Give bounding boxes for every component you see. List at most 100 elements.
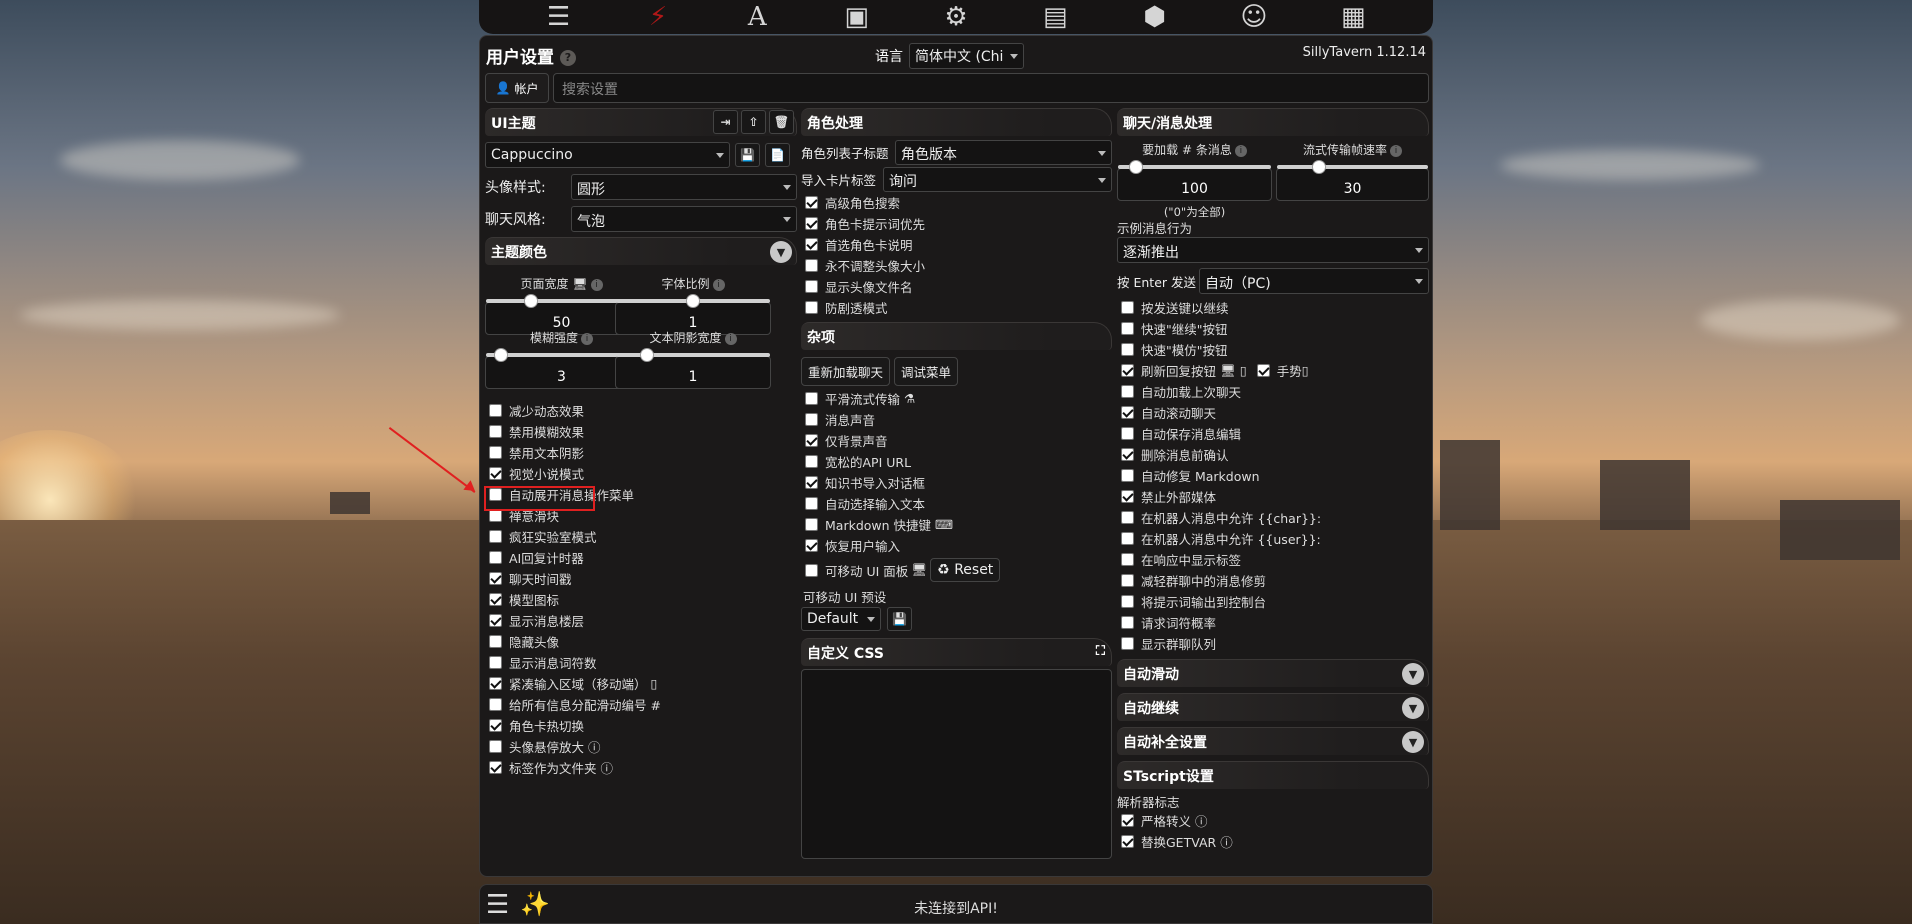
- checkbox[interactable]: [1121, 532, 1134, 545]
- checkbox[interactable]: [489, 761, 502, 774]
- checkbox[interactable]: [1121, 343, 1134, 356]
- save-icon[interactable]: 💾: [887, 607, 912, 631]
- slider-knob[interactable]: [1312, 160, 1327, 174]
- checkbox[interactable]: [1121, 595, 1134, 608]
- checkbox[interactable]: [805, 196, 818, 209]
- checkbox[interactable]: [489, 698, 502, 711]
- custom-css-textarea[interactable]: [801, 669, 1112, 859]
- checkbox[interactable]: [489, 740, 502, 753]
- checkbox[interactable]: [1121, 469, 1134, 482]
- checkbox[interactable]: [805, 476, 818, 489]
- stream-fps-value[interactable]: 30: [1277, 181, 1428, 197]
- checkbox[interactable]: [489, 425, 502, 438]
- account-button[interactable]: 👤 帐户: [485, 73, 549, 103]
- checkbox[interactable]: [489, 404, 502, 417]
- trash-icon[interactable]: 🗑: [769, 110, 794, 134]
- save-icon[interactable]: 💾: [735, 143, 760, 167]
- debug-menu-button[interactable]: 调试菜单: [894, 357, 959, 386]
- checkbox[interactable]: [1121, 616, 1134, 629]
- checkbox[interactable]: [1121, 835, 1134, 848]
- checkbox[interactable]: [489, 719, 502, 732]
- import-theme-icon[interactable]: ⇥: [713, 110, 738, 134]
- checkbox[interactable]: [805, 518, 818, 531]
- checkbox[interactable]: [1121, 637, 1134, 650]
- plug-icon[interactable]: ⚡: [642, 1, 674, 33]
- checkbox[interactable]: [1121, 574, 1134, 587]
- checkbox[interactable]: [1121, 385, 1134, 398]
- checkbox[interactable]: [1121, 427, 1134, 440]
- chevron-down-icon[interactable]: ▼: [770, 241, 792, 263]
- checkbox[interactable]: [489, 446, 502, 459]
- checkbox[interactable]: [1121, 448, 1134, 461]
- reset-button[interactable]: ♻ Reset: [930, 558, 1001, 582]
- font-icon[interactable]: A: [741, 1, 773, 33]
- checkbox[interactable]: [805, 497, 818, 510]
- enter-send-select[interactable]: 自动（PC): [1199, 268, 1429, 294]
- checkbox[interactable]: [805, 455, 818, 468]
- chevron-down-icon[interactable]: ▼: [1402, 731, 1424, 753]
- checkbox[interactable]: [805, 301, 818, 314]
- example-behavior-select[interactable]: 逐渐推出: [1117, 237, 1429, 263]
- id-card-icon[interactable]: ▦: [1337, 1, 1369, 33]
- checkbox[interactable]: [1121, 553, 1134, 566]
- cubes-icon[interactable]: ⬢: [1139, 1, 1171, 33]
- chevron-down-icon[interactable]: ▼: [1402, 663, 1424, 685]
- checkbox[interactable]: [1121, 322, 1134, 335]
- checkbox[interactable]: [805, 217, 818, 230]
- checkbox[interactable]: [805, 434, 818, 447]
- gesture-checkbox[interactable]: [1256, 364, 1270, 377]
- checkbox[interactable]: [805, 539, 818, 552]
- checkbox[interactable]: [489, 530, 502, 543]
- slider-knob[interactable]: [1129, 160, 1144, 174]
- reload-chat-button[interactable]: 重新加载聊天: [801, 357, 891, 386]
- movable-ui-checkbox[interactable]: [805, 563, 818, 577]
- checkbox[interactable]: [489, 467, 502, 480]
- autocomplete-header[interactable]: 自动补全设置 ▼: [1117, 727, 1429, 755]
- checkbox[interactable]: [489, 635, 502, 648]
- checkbox[interactable]: [1121, 301, 1134, 314]
- help-icon[interactable]: ?: [560, 50, 576, 66]
- book-icon[interactable]: ▣: [841, 1, 873, 33]
- checkbox[interactable]: [1121, 814, 1134, 827]
- checkbox[interactable]: [805, 238, 818, 251]
- load-messages-value[interactable]: 100: [1118, 181, 1271, 197]
- auto-continue-header[interactable]: 自动继续 ▼: [1117, 693, 1429, 721]
- auto-scroll-header[interactable]: 自动滑动 ▼: [1117, 659, 1429, 687]
- checkbox[interactable]: [489, 656, 502, 669]
- slider-knob[interactable]: [494, 348, 509, 362]
- slider-knob[interactable]: [639, 348, 654, 362]
- export-theme-icon[interactable]: ⇧: [741, 110, 766, 134]
- checkbox[interactable]: [805, 259, 818, 272]
- slider-knob[interactable]: [686, 294, 700, 308]
- checkbox[interactable]: [1121, 490, 1134, 503]
- smiley-icon[interactable]: ☺: [1238, 1, 1270, 33]
- language-select[interactable]: 简体中文 (Chi: [909, 43, 1024, 69]
- checkbox[interactable]: [1121, 511, 1134, 524]
- preset-select[interactable]: Default: [801, 607, 881, 631]
- user-gear-icon[interactable]: ⚙: [940, 1, 972, 33]
- checkbox[interactable]: [489, 614, 502, 627]
- sliders-icon[interactable]: ☰: [543, 1, 575, 33]
- chat-style-select[interactable]: 气泡: [571, 206, 797, 232]
- checkbox[interactable]: [1121, 364, 1134, 377]
- new-file-icon[interactable]: 📄: [765, 143, 790, 167]
- checkbox[interactable]: [489, 677, 502, 690]
- slider-knob[interactable]: [524, 294, 539, 308]
- theme-select[interactable]: Cappuccino: [485, 142, 730, 168]
- checkbox[interactable]: [805, 280, 818, 293]
- theme-colors-header[interactable]: 主题颜色 ▼: [485, 237, 797, 265]
- expand-icon[interactable]: ⛶: [1096, 644, 1105, 659]
- checkbox[interactable]: [805, 413, 818, 426]
- char-list-select[interactable]: 角色版本: [895, 140, 1112, 165]
- checkbox[interactable]: [805, 392, 818, 405]
- image-icon[interactable]: ▤: [1039, 1, 1071, 33]
- checkbox[interactable]: [489, 572, 502, 585]
- avatar-style-select[interactable]: 圆形: [571, 174, 797, 200]
- checkbox[interactable]: [489, 551, 502, 564]
- checkbox[interactable]: [1121, 406, 1134, 419]
- slider-value[interactable]: 1: [616, 369, 770, 385]
- chevron-down-icon[interactable]: ▼: [1402, 697, 1424, 719]
- import-tag-select[interactable]: 询问: [883, 167, 1112, 192]
- checkbox[interactable]: [489, 593, 502, 606]
- search-input[interactable]: 搜索设置: [553, 73, 1429, 103]
